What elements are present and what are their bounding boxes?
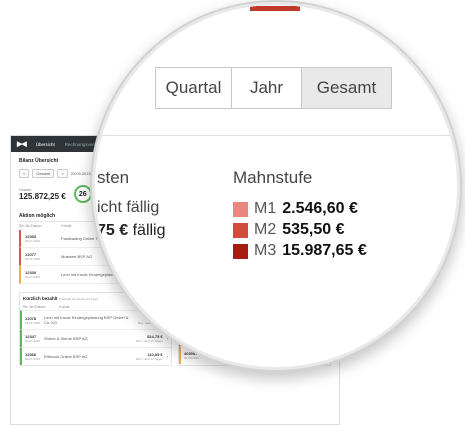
due-line: 75 € fällig (97, 222, 166, 240)
invoice-date: 09.07.2016 (25, 339, 41, 343)
magnifier-lens: Quartal Jahr Gesamt sten icht fällig 75 … (95, 5, 457, 367)
level-m1-label: M1 (254, 200, 277, 217)
level-m3-label: M3 (254, 242, 277, 259)
level-m2-label: M2 (254, 221, 277, 238)
customer-name: Mosterei BSP AG (61, 254, 93, 259)
level-m3-row: M3 15.987,65 € (233, 242, 367, 260)
segment-jahr[interactable]: Jahr (232, 67, 302, 109)
count-ring: 26 (73, 185, 92, 203)
total-value: 125.872,25 € (19, 191, 66, 201)
segment-quartal[interactable]: Quartal (155, 67, 232, 109)
invoice-date: 04.07.2016 (25, 357, 41, 361)
app-logo: ▶◀ (17, 141, 27, 148)
mahnstufe-title: Mahnstufe (233, 168, 313, 187)
level-m2-swatch (233, 222, 248, 238)
period-select[interactable]: Gesamt (32, 169, 55, 178)
paid-header-number: Re.-Nr./Datum (23, 305, 46, 309)
actions-header-number: Re.-Nr./Datum (19, 224, 42, 228)
period-segmented-control: Quartal Jahr Gesamt (155, 67, 392, 109)
nav-item-overview[interactable]: Übersicht (36, 142, 55, 147)
segment-gesamt[interactable]: Gesamt (302, 67, 392, 109)
level-m2-row: M2 535,50 € (233, 221, 345, 239)
invoice-date: 03.07.2016 (25, 275, 41, 279)
magnified-content: Quartal Jahr Gesamt sten icht fällig 75 … (95, 5, 457, 367)
due-label: fällig (132, 222, 166, 239)
level-m2-value: 535,50 € (282, 221, 345, 238)
costs-title: sten (97, 168, 130, 187)
next-period-button[interactable]: > (57, 169, 68, 178)
invoice-date: 18.07.2016 (25, 320, 41, 325)
level-m1-value: 2.546,60 € (282, 200, 358, 217)
active-tab-indicator (250, 6, 300, 11)
level-m1-swatch (233, 201, 248, 217)
paid-header-customer: Kunde (59, 305, 70, 309)
invoice-date: 08.07.2016 (25, 257, 41, 261)
divider (95, 135, 455, 136)
level-m1-row: M1 2.546,60 € (233, 200, 358, 218)
level-m3-swatch (233, 243, 248, 259)
prev-period-button[interactable]: < (19, 169, 30, 178)
not-due-label: icht fällig (97, 199, 160, 216)
level-m3-value: 15.987,65 € (282, 242, 367, 259)
due-value: 75 € (97, 222, 129, 239)
invoice-date: 09.07.2016 (25, 239, 41, 243)
actions-header-customer: Kunde (61, 224, 72, 228)
